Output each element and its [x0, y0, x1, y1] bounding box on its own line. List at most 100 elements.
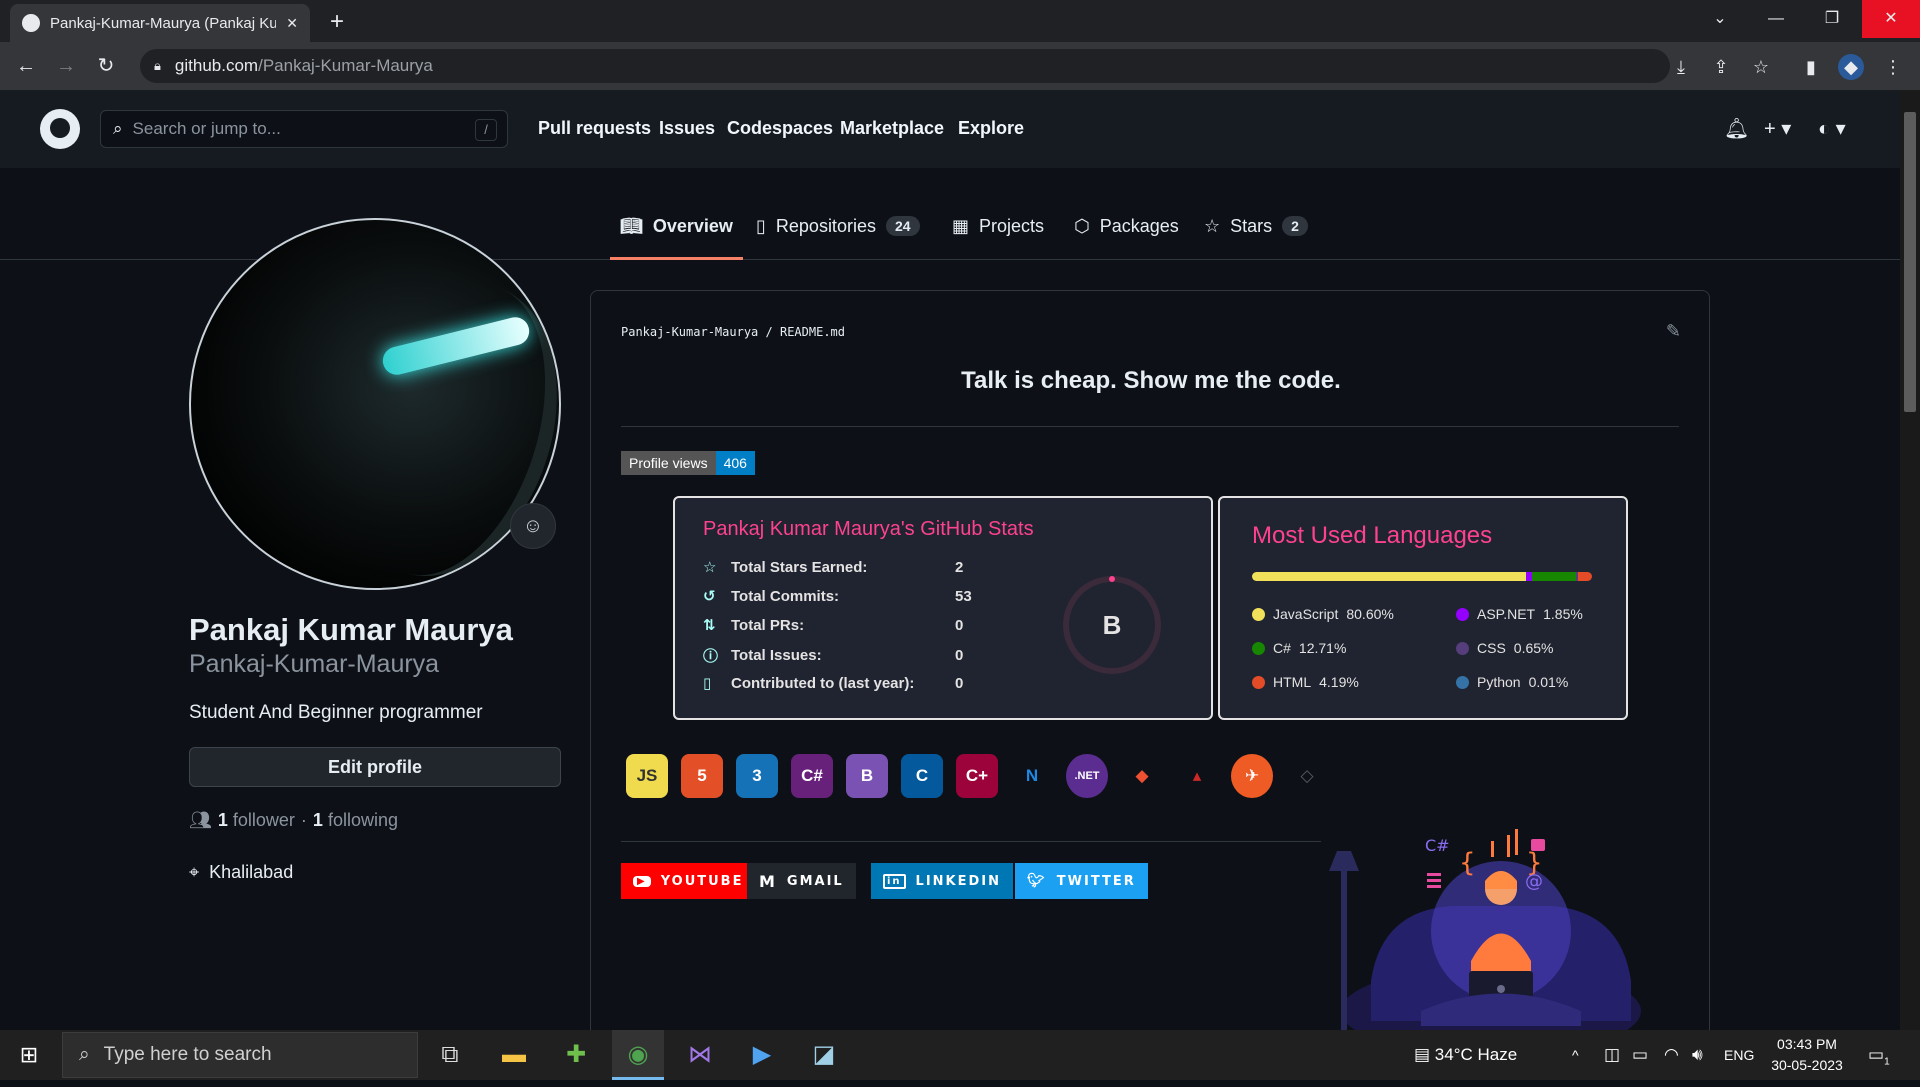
edit-profile-button[interactable]: Edit profile — [189, 747, 561, 787]
tab-label: Stars — [1230, 216, 1272, 237]
restore-button[interactable]: ❐ — [1804, 0, 1860, 38]
nav-pull-requests[interactable]: Pull requests — [538, 118, 651, 139]
following-link[interactable]: 1 following — [313, 810, 398, 831]
stat-row-issues: ⓘ Total Issues: 0 — [703, 645, 963, 666]
volume-icon[interactable]: 🔊︎ — [1692, 1030, 1703, 1080]
dotnet-icon: N — [1011, 754, 1053, 798]
task-view-icon[interactable]: ⧉ — [424, 1030, 476, 1080]
tech-stack-icons: JS53C#BCC+N.NET◆▴✈◇ — [626, 754, 1326, 804]
windows-start-icon[interactable]: ⊞ — [0, 1030, 58, 1080]
bookmark-star-icon[interactable]: ☆ — [1748, 54, 1774, 80]
nav-marketplace[interactable]: Marketplace — [840, 118, 944, 139]
lang-percent: 1.85% — [1543, 606, 1583, 622]
unity-icon: ◇ — [1286, 754, 1328, 798]
side-panel-icon[interactable]: ▮ — [1798, 54, 1824, 80]
visual-studio-icon[interactable]: ⋈ — [674, 1030, 726, 1080]
search-input[interactable]: ⌕ Search or jump to... / — [100, 110, 508, 148]
minimize-button[interactable]: — — [1748, 0, 1804, 38]
tab-stars[interactable]: ☆ Stars 2 — [1204, 216, 1308, 260]
package-icon: ⬡ — [1074, 216, 1090, 237]
excel-like-app-icon[interactable]: ✚ — [550, 1030, 602, 1080]
dotnet-core-icon: .NET — [1066, 754, 1108, 798]
browser-tab[interactable]: Pankaj-Kumar-Maurya (Pankaj Ku ✕ — [10, 4, 310, 42]
repositories-count: 24 — [886, 216, 920, 236]
reload-button[interactable]: ↻ — [90, 50, 122, 82]
file-explorer-icon[interactable]: ▬ — [488, 1030, 540, 1080]
chrome-menu-icon[interactable]: ⋮ — [1880, 54, 1906, 80]
new-tab-button[interactable]: + — [322, 8, 352, 36]
lang-color-dot — [1252, 642, 1265, 655]
nav-issues[interactable]: Issues — [659, 118, 715, 139]
meet-now-icon[interactable]: ◫ — [1604, 1030, 1620, 1080]
forward-button[interactable]: → — [50, 50, 82, 82]
gmail-button[interactable]: M GMAIL — [747, 863, 856, 899]
search-icon: ⌕ — [79, 1044, 90, 1066]
tab-packages[interactable]: ⬡ Packages — [1074, 216, 1179, 260]
status-emoji-icon[interactable]: ☺ — [510, 503, 556, 549]
nav-codespaces[interactable]: Codespaces — [727, 118, 833, 139]
c-icon: C — [901, 754, 943, 798]
chrome-icon[interactable]: ◉ — [612, 1030, 664, 1080]
close-tab-icon[interactable]: ✕ — [286, 15, 298, 32]
youtube-button[interactable]: ▶ YOUTUBE — [621, 863, 755, 899]
notes-app-icon[interactable]: ◪ — [798, 1030, 850, 1080]
lang-bar-segment — [1252, 572, 1526, 581]
nav-explore[interactable]: Explore — [958, 118, 1024, 139]
profile-avatar-icon[interactable]: ◆ — [1838, 54, 1864, 80]
github-logo-icon[interactable] — [40, 109, 80, 149]
lang-color-dot — [1252, 676, 1265, 689]
close-window-button[interactable]: ✕ — [1862, 0, 1920, 38]
page-scrollbar[interactable] — [1900, 90, 1920, 1030]
notifications-bell-icon[interactable]: 🔔︎ — [1724, 116, 1749, 141]
notification-center-icon[interactable]: ▭1 — [1868, 1030, 1890, 1080]
back-button[interactable]: ← — [10, 50, 42, 82]
readme-heading: Talk is cheap. Show me the code. — [591, 367, 1711, 395]
lang-percent: 0.01% — [1529, 674, 1569, 690]
lang-item-css: CSS 0.65% — [1456, 640, 1554, 656]
battery-icon[interactable]: ▭ — [1632, 1030, 1648, 1080]
bootstrap-icon: B — [846, 754, 888, 798]
table-icon: ▦ — [952, 216, 969, 237]
media-app-icon[interactable]: ▶ — [736, 1030, 788, 1080]
tab-overview[interactable]: 📖︎ Overview — [610, 216, 743, 260]
taskbar-search-input[interactable]: ⌕ Type here to search — [62, 1032, 418, 1078]
twitter-icon: 🐦︎ — [1027, 873, 1047, 889]
history-icon: ↺ — [703, 587, 731, 605]
install-app-icon[interactable]: ⤓ — [1668, 54, 1694, 80]
views-badge-label: Profile views — [621, 451, 716, 475]
scrollbar-thumb[interactable] — [1904, 112, 1916, 412]
weather-widget[interactable]: ▤ 34°C Haze — [1414, 1030, 1517, 1080]
follow-separator: · — [301, 810, 307, 831]
lang-item-csharp: C# 12.71% — [1252, 640, 1346, 656]
share-icon[interactable]: ⇪ — [1708, 54, 1734, 80]
notification-count: 1 — [1884, 1056, 1890, 1067]
cplusplus-icon: C+ — [956, 754, 998, 798]
tab-label: Packages — [1100, 216, 1179, 237]
address-bar[interactable]: 🔒︎ github.com/Pankaj-Kumar-Maurya — [140, 49, 1670, 83]
tab-search-button[interactable]: ⌄ — [1692, 0, 1748, 38]
readme-path-file[interactable]: README.md — [780, 325, 845, 339]
readme-path-user[interactable]: Pankaj-Kumar-Maurya — [621, 325, 758, 339]
twitter-button[interactable]: 🐦︎ TWITTER — [1015, 863, 1148, 899]
tab-projects[interactable]: ▦ Projects — [952, 216, 1044, 260]
user-menu-avatar[interactable]: ◐ ▾ — [1818, 116, 1846, 141]
url-path: /Pankaj-Kumar-Maurya — [258, 56, 433, 75]
clock[interactable]: 03:43 PM 30-05-2023 — [1762, 1034, 1852, 1076]
tab-label: Projects — [979, 216, 1044, 237]
stat-row-contributed: ▯ Contributed to (last year): 0 — [703, 674, 963, 692]
followers-link[interactable]: 1 follower — [218, 810, 295, 831]
profile-avatar[interactable] — [189, 218, 561, 590]
stat-row-prs: ⇅ Total PRs: 0 — [703, 616, 963, 634]
search-placeholder: Search or jump to... — [133, 119, 281, 139]
linkedin-button[interactable]: in LINKEDIN — [871, 863, 1013, 899]
slash-shortcut-key: / — [475, 119, 497, 141]
edit-readme-pencil-icon[interactable]: ✎ — [1666, 321, 1681, 342]
tray-overflow-chevron-icon[interactable]: ^ — [1572, 1030, 1579, 1080]
create-new-dropdown[interactable]: + ▾ — [1764, 116, 1791, 141]
input-language[interactable]: ENG — [1724, 1030, 1754, 1080]
clock-date: 30-05-2023 — [1762, 1055, 1852, 1076]
wifi-icon[interactable]: ◠ — [1664, 1030, 1679, 1080]
tab-repositories[interactable]: ▯ Repositories 24 — [756, 216, 920, 260]
browser-tab-bar: Pankaj-Kumar-Maurya (Pankaj Ku ✕ + ⌄ — ❐… — [0, 0, 1920, 42]
taskbar-search-placeholder: Type here to search — [104, 1044, 272, 1066]
